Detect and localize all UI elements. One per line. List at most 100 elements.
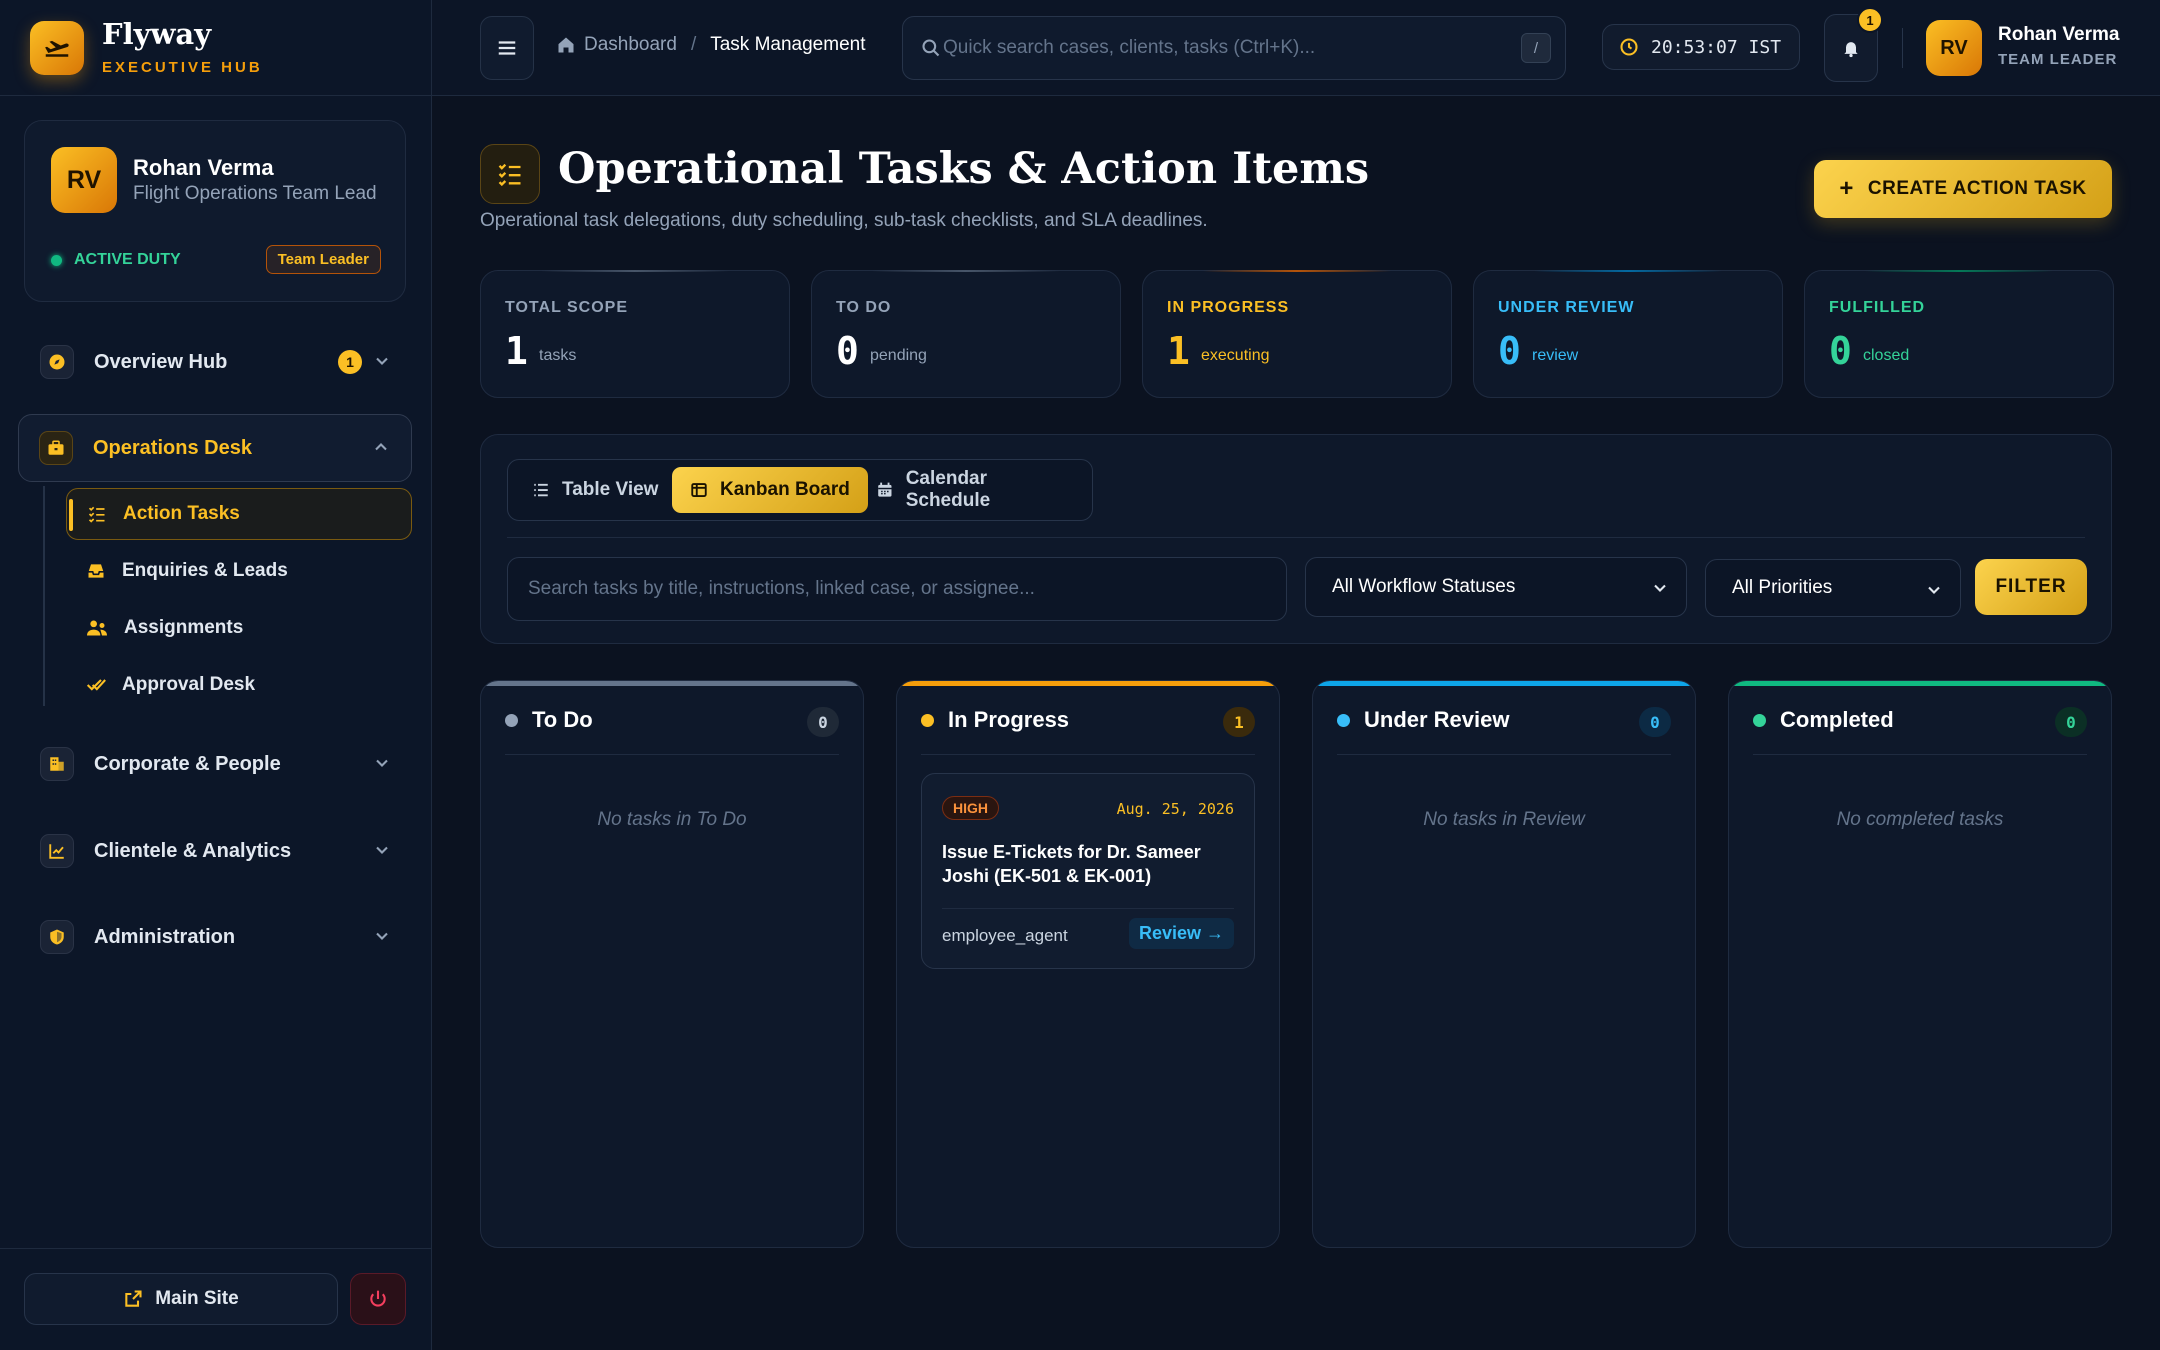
task-search-input[interactable]: Search tasks by title, instructions, lin…	[507, 557, 1287, 621]
stat-card-fulfilled: FULFILLED 0 closed	[1804, 270, 2114, 398]
view-label: Kanban Board	[720, 479, 850, 500]
nav-corporate-people[interactable]: Corporate & People	[20, 731, 412, 797]
kanban-column-todo: To Do 0 No tasks in To Do	[480, 680, 864, 1248]
controls-panel: Table View Kanban Board Calendar Schedul…	[480, 434, 2112, 644]
global-search-input[interactable]: Quick search cases, clients, tasks (Ctrl…	[902, 16, 1566, 80]
subnav-approval-desk[interactable]: Approval Desk	[66, 659, 412, 711]
priority-select[interactable]: All Priorities	[1705, 559, 1961, 617]
page-title: Operational Tasks & Action Items	[558, 144, 1370, 194]
status-select[interactable]: All Workflow Statuses	[1305, 557, 1687, 617]
plane-logo-icon	[30, 20, 84, 75]
nav-administration[interactable]: Administration	[20, 904, 412, 970]
chevron-down-icon	[376, 932, 388, 940]
profile-name: Rohan Verma	[133, 155, 274, 180]
subnav-assignments[interactable]: Assignments	[66, 602, 412, 654]
page-subtitle: Operational task delegations, duty sched…	[480, 210, 1208, 231]
breadcrumb-home[interactable]: Dashboard	[556, 34, 677, 56]
task-due-date: Aug. 25, 2026	[1116, 800, 1234, 818]
subnav-action-tasks[interactable]: Action Tasks	[66, 488, 412, 540]
nav-label: Corporate & People	[94, 752, 281, 775]
nav-label: Administration	[94, 925, 236, 948]
nav-overview-hub[interactable]: Overview Hub 1	[20, 329, 412, 395]
column-header: To Do 0	[505, 707, 839, 755]
shield-icon	[40, 920, 74, 954]
stat-card-in-progress: IN PROGRESS 1 executing	[1142, 270, 1452, 398]
search-icon	[922, 39, 940, 57]
calendar-icon	[878, 482, 892, 497]
columns-icon	[691, 483, 707, 497]
sidebar: Flyway EXECUTIVE HUB RV Rohan Verma Flig…	[0, 0, 432, 1350]
brand[interactable]: Flyway EXECUTIVE HUB	[0, 0, 431, 96]
stat-label: TOTAL SCOPE	[505, 299, 629, 316]
breadcrumb: Dashboard / Task Management	[556, 34, 865, 56]
duty-status-label: ACTIVE DUTY	[74, 251, 181, 268]
stat-card-under-review: UNDER REVIEW 0 review	[1473, 270, 1783, 398]
stat-value: 0	[1498, 329, 1521, 373]
logout-button[interactable]	[350, 1273, 406, 1325]
column-count: 0	[1639, 707, 1671, 737]
stat-label: IN PROGRESS	[1167, 299, 1290, 316]
divider	[507, 537, 2085, 538]
list-check-icon	[88, 506, 105, 523]
nav-operations-desk[interactable]: Operations Desk	[18, 414, 412, 482]
status-dot-icon	[1753, 714, 1766, 727]
stat-label: TO DO	[836, 299, 892, 316]
profile-card: RV Rohan Verma Flight Operations Team Le…	[24, 120, 406, 302]
column-count: 1	[1223, 707, 1255, 737]
chevron-down-icon	[376, 759, 388, 767]
external-link-icon	[125, 1290, 142, 1307]
stat-card-total: TOTAL SCOPE 1 tasks	[480, 270, 790, 398]
calendar-schedule-button[interactable]: Calendar Schedule	[858, 467, 1092, 513]
status-dot-icon	[505, 714, 518, 727]
clock-icon	[1620, 38, 1638, 56]
column-accent-bar	[1313, 681, 1695, 686]
stat-value: 1	[505, 329, 528, 373]
nav-clientele-analytics[interactable]: Clientele & Analytics	[20, 818, 412, 884]
menu-toggle-button[interactable]	[480, 16, 534, 80]
stat-value: 0	[836, 329, 859, 373]
duty-status: ACTIVE DUTY	[51, 251, 181, 269]
review-task-button[interactable]: Review →	[1128, 918, 1234, 949]
brand-name: Flyway	[102, 16, 212, 51]
chevron-down-icon	[376, 357, 388, 365]
main-site-button[interactable]: Main Site	[24, 1273, 338, 1325]
status-dot-icon	[51, 254, 62, 266]
breadcrumb-home-label: Dashboard	[584, 34, 677, 55]
main-site-label: Main Site	[155, 1288, 239, 1309]
table-view-button[interactable]: Table View	[514, 467, 676, 513]
divider	[942, 908, 1234, 909]
briefcase-icon	[39, 431, 73, 465]
notifications-button[interactable]: 1	[1824, 7, 1883, 82]
building-icon	[40, 747, 74, 781]
clock-time: 20:53:07 IST	[1651, 36, 1782, 58]
subnav-enquiries-leads[interactable]: Enquiries & Leads	[66, 545, 412, 597]
column-header: Completed 0	[1753, 707, 2087, 755]
column-title: To Do	[532, 707, 593, 732]
user-name: Rohan Verma	[1998, 24, 2120, 45]
view-label: Calendar Schedule	[905, 468, 991, 511]
breadcrumb-current: Task Management	[710, 34, 866, 55]
filter-button[interactable]: FILTER	[1975, 559, 2087, 615]
create-button-label: CREATE ACTION TASK	[1867, 178, 2087, 199]
kanban-board-button[interactable]: Kanban Board	[672, 467, 868, 513]
plus-icon: +	[1839, 175, 1854, 202]
empty-state: No tasks in Review	[1423, 809, 1585, 830]
empty-state: No tasks in To Do	[597, 809, 747, 830]
stat-card-todo: TO DO 0 pending	[811, 270, 1121, 398]
list-icon	[534, 483, 548, 497]
column-header: In Progress 1	[921, 707, 1255, 755]
kanban-column-in-progress: In Progress 1 HIGH Aug. 25, 2026 Issue E…	[896, 680, 1280, 1248]
stat-value: 1	[1167, 329, 1190, 373]
view-toggle: Table View Kanban Board Calendar Schedul…	[507, 459, 1093, 521]
divider	[1902, 28, 1903, 68]
create-action-task-button[interactable]: + CREATE ACTION TASK	[1814, 160, 2112, 218]
task-card[interactable]: HIGH Aug. 25, 2026 Issue E-Tickets for D…	[921, 773, 1255, 969]
status-select-value: All Workflow Statuses	[1332, 576, 1516, 597]
kanban-column-under-review: Under Review 0 No tasks in Review	[1312, 680, 1696, 1248]
stat-unit: review	[1532, 347, 1579, 364]
nav-label: Clientele & Analytics	[94, 839, 292, 862]
priority-badge: HIGH	[942, 796, 999, 820]
stat-unit: executing	[1201, 347, 1270, 364]
user-avatar[interactable]: RV	[1926, 20, 1982, 76]
stat-value: 0	[1829, 329, 1852, 373]
